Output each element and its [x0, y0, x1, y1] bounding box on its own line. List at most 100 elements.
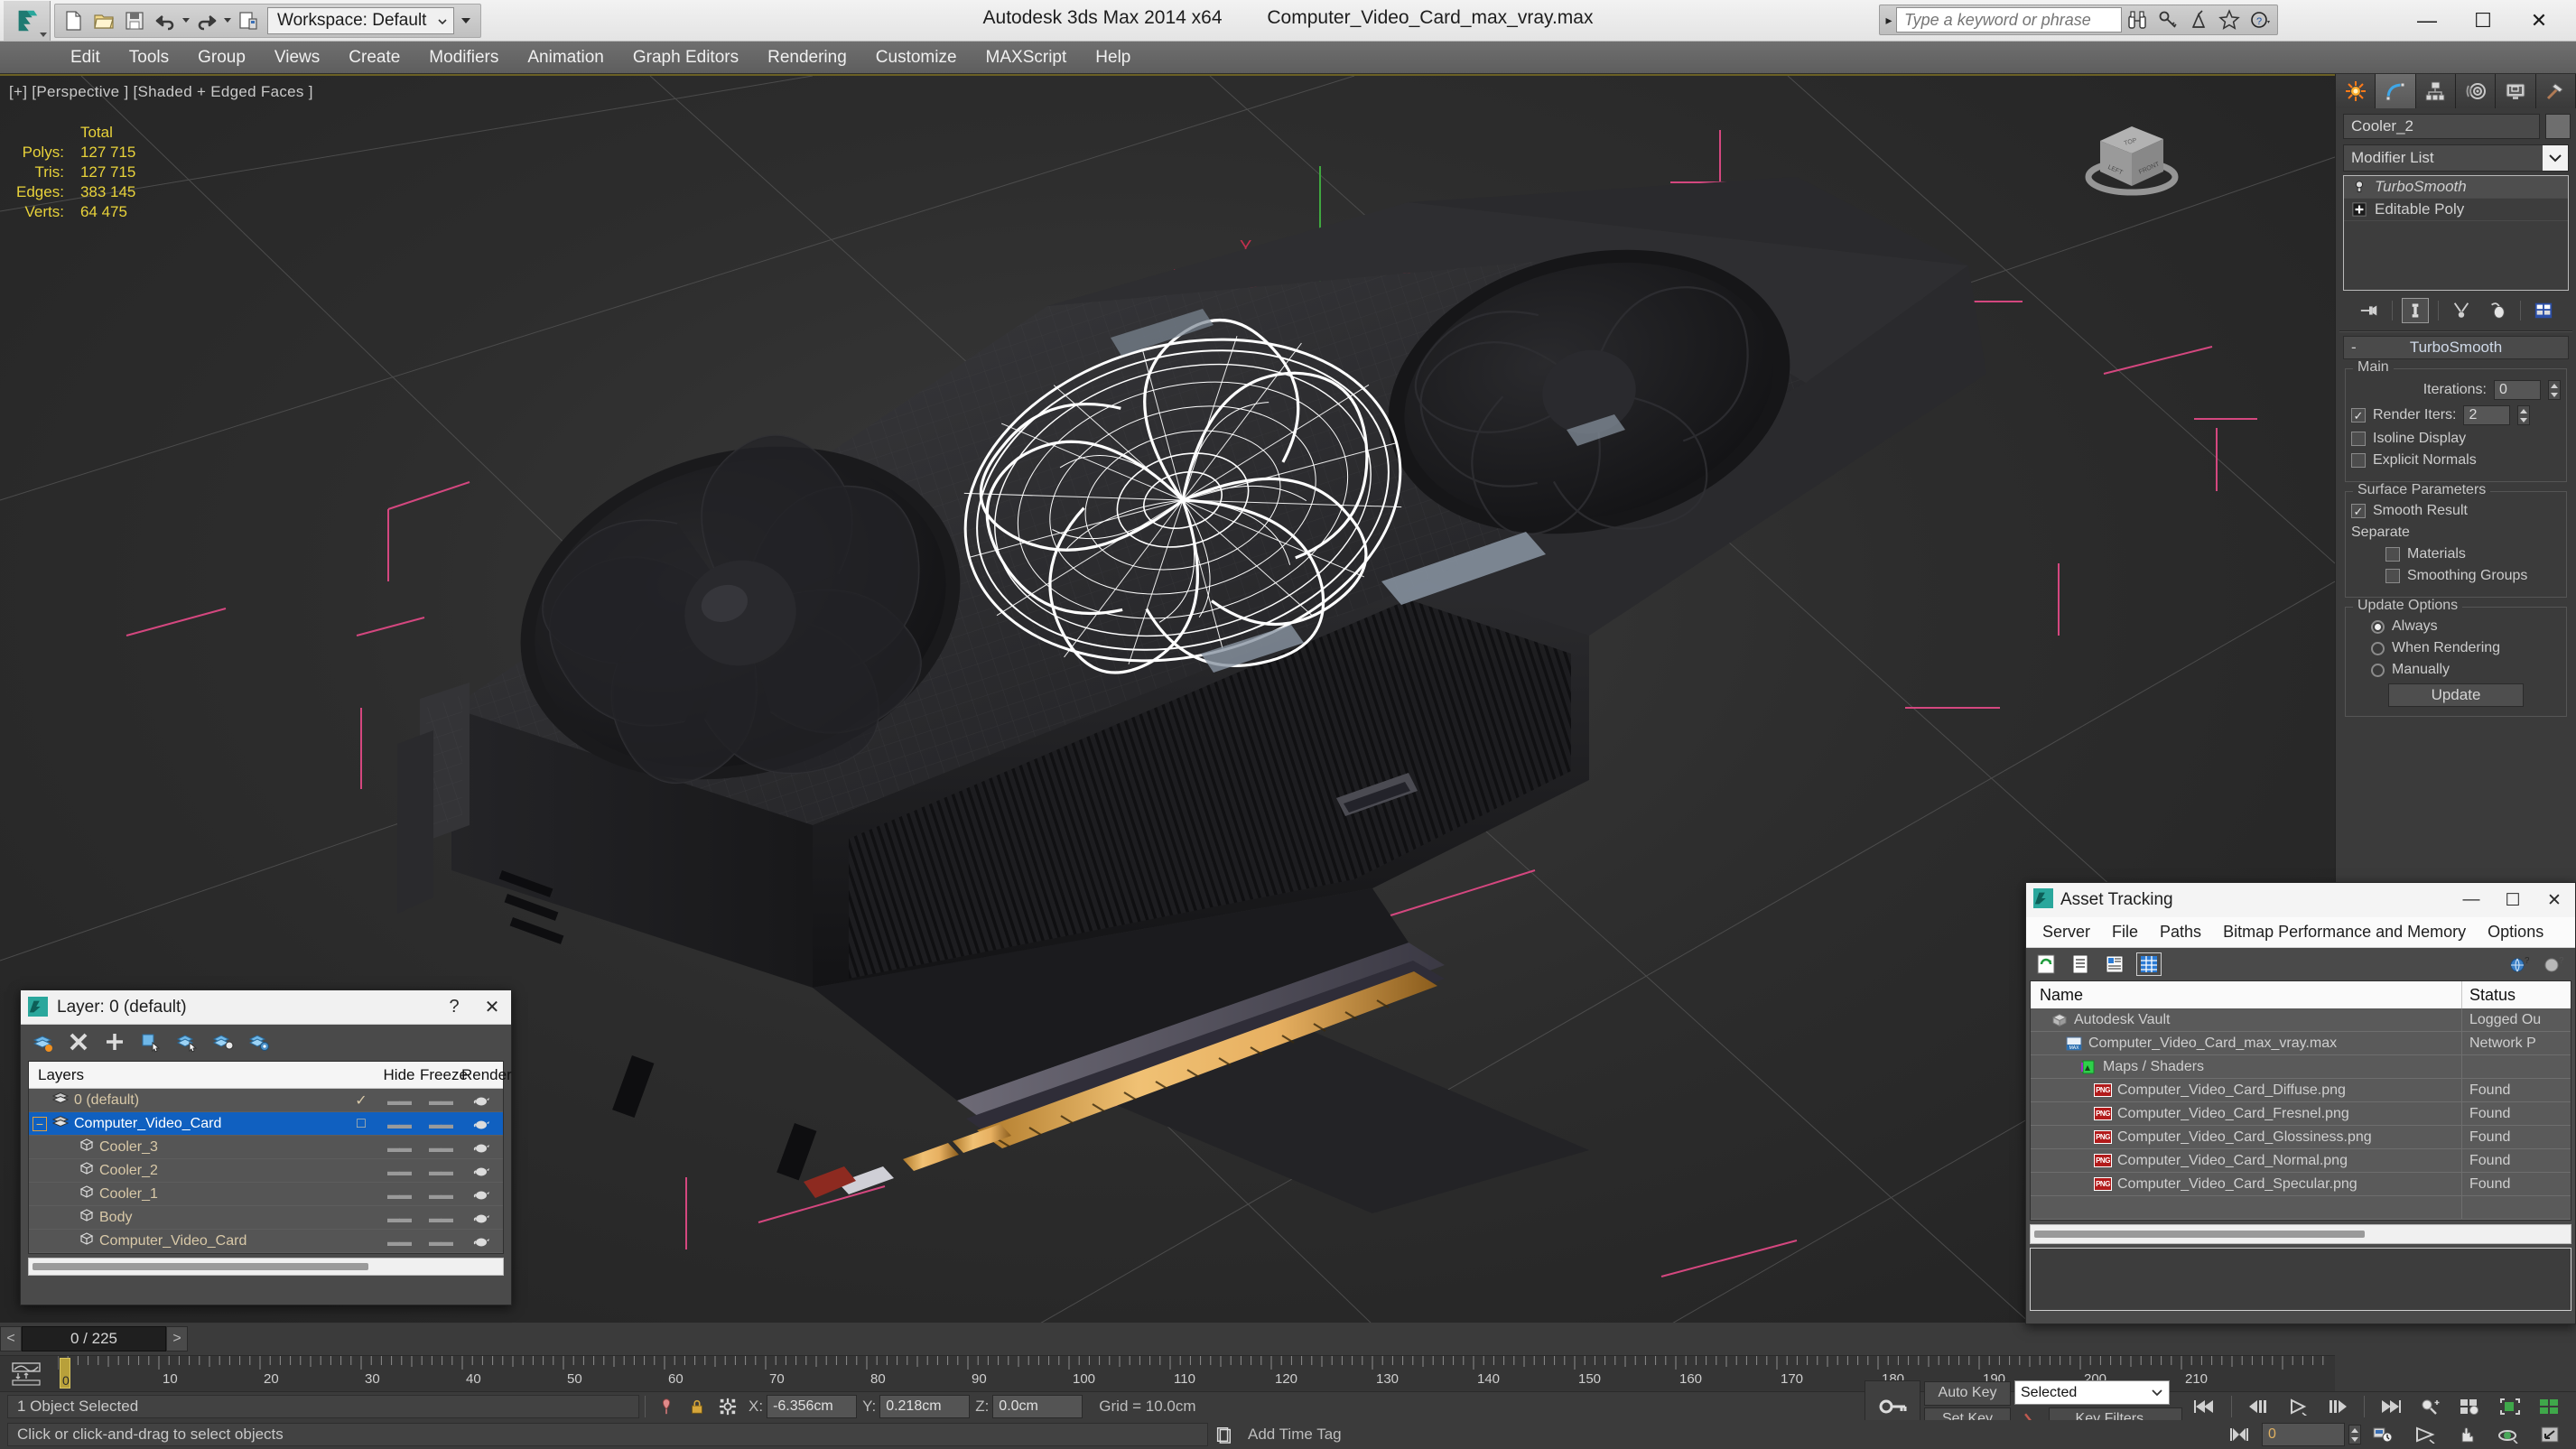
teapot-icon[interactable] [461, 1212, 503, 1224]
layer-properties-icon[interactable] [246, 1029, 272, 1054]
previous-frame-icon[interactable] [2239, 1394, 2277, 1419]
layer-freeze-toggle[interactable]: ▬▬ [420, 1187, 461, 1202]
add-selection-to-layer-icon[interactable] [138, 1029, 163, 1054]
star-icon[interactable] [2214, 6, 2245, 33]
orbit-icon[interactable] [2489, 1422, 2527, 1447]
field-of-view-icon[interactable] [2406, 1422, 2444, 1447]
lock-selection-icon[interactable] [682, 1394, 712, 1419]
layer-freeze-toggle[interactable]: ▬▬ [420, 1140, 461, 1155]
layer-dialog-close-button[interactable]: ✕ [473, 991, 511, 1024]
stack-item-editable-poly[interactable]: Editable Poly [2344, 199, 2568, 221]
stack-item-turbosmooth[interactable]: TurboSmooth [2344, 176, 2568, 199]
menu-edit[interactable]: Edit [56, 44, 115, 71]
update-button[interactable]: Update [2388, 683, 2524, 707]
layer-dialog[interactable]: Layer: 0 (default) ? ✕ Layers Hide Freez… [20, 989, 512, 1305]
layer-row-default[interactable]: 0 (default) ✓ ▬▬ ▬▬ [29, 1089, 503, 1112]
asset-row-specular[interactable]: PNG Computer_Video_Card_Specular.png Fou… [2031, 1173, 2571, 1196]
configure-sets-icon[interactable] [2530, 298, 2557, 323]
layer-row-computer-video-card-object[interactable]: Computer_Video_Card ▬▬ ▬▬ [29, 1230, 503, 1253]
asset-tracking-dialog[interactable]: Asset Tracking — ☐ ✕ Server File Paths B… [2025, 882, 2576, 1324]
workspace-selector[interactable]: Workspace: Default [267, 6, 455, 34]
undo-button[interactable] [150, 6, 181, 35]
iterations-input[interactable]: 0 [2494, 380, 2541, 400]
zoom-all-icon[interactable] [2451, 1394, 2489, 1419]
open-file-button[interactable] [88, 6, 119, 35]
menu-views[interactable]: Views [260, 44, 334, 71]
collapse-icon[interactable]: - [2351, 339, 2357, 357]
view-cube[interactable]: TOP LEFT FRONT [2073, 103, 2190, 220]
menu-group[interactable]: Group [183, 44, 260, 71]
layer-hide-toggle[interactable]: ▬▬ [378, 1187, 420, 1202]
asset-maximize-button[interactable]: ☐ [2492, 884, 2534, 916]
asset-row-normal[interactable]: PNG Computer_Video_Card_Normal.png Found [2031, 1149, 2571, 1173]
asset-menu-paths[interactable]: Paths [2149, 920, 2212, 944]
show-end-result-icon[interactable] [2401, 298, 2429, 323]
teapot-icon[interactable] [461, 1141, 503, 1154]
menu-maxscript[interactable]: MAXScript [972, 44, 1082, 71]
delete-layer-icon[interactable] [66, 1029, 91, 1054]
previous-frame-button[interactable]: < [0, 1326, 22, 1351]
asset-menu-options[interactable]: Options [2477, 920, 2554, 944]
max-script-listener-icon[interactable] [1208, 1422, 1239, 1447]
layer-row-cooler-3[interactable]: Cooler_3 ▬▬ ▬▬ [29, 1136, 503, 1159]
asset-row-autodesk-vault[interactable]: Autodesk Vault Logged Ou [2031, 1008, 2571, 1032]
layer-freeze-toggle[interactable]: ▬▬ [420, 1164, 461, 1178]
pin-stack-icon[interactable] [2356, 298, 2383, 323]
select-objects-in-layer-icon[interactable] [174, 1029, 200, 1054]
absolute-relative-icon[interactable] [712, 1394, 743, 1419]
update-manually-radio[interactable] [2371, 663, 2385, 677]
asset-row-diffuse[interactable]: PNG Computer_Video_Card_Diffuse.png Foun… [2031, 1079, 2571, 1102]
minimize-button[interactable]: — [2399, 1, 2455, 41]
play-animation-icon[interactable] [2279, 1394, 2317, 1419]
plus-box-icon[interactable] [2351, 201, 2367, 218]
help-icon[interactable]: ? [2245, 6, 2275, 33]
go-to-start-icon[interactable] [2186, 1394, 2224, 1419]
create-new-layer-icon[interactable] [102, 1029, 127, 1054]
asset-table-horizontal-scrollbar[interactable] [2030, 1224, 2571, 1244]
layer-hide-toggle[interactable]: ▬▬ [378, 1211, 420, 1225]
render-iters-spinner[interactable] [2517, 405, 2531, 425]
modifier-stack[interactable]: TurboSmooth Editable Poly [2343, 175, 2569, 291]
object-color-swatch[interactable] [2545, 114, 2571, 139]
isoline-display-checkbox[interactable] [2351, 432, 2366, 446]
layer-freeze-toggle[interactable]: ▬▬ [420, 1211, 461, 1225]
help-question-icon[interactable]: ? [2541, 952, 2566, 976]
close-button[interactable]: ✕ [2511, 1, 2567, 41]
teapot-icon[interactable] [461, 1094, 503, 1107]
project-folder-button[interactable] [233, 6, 264, 35]
search-expand-icon[interactable]: ▸ [1882, 13, 1896, 28]
layer-dialog-help-button[interactable]: ? [435, 991, 473, 1024]
create-tab[interactable] [2336, 74, 2376, 108]
key-icon[interactable] [2153, 6, 2183, 33]
utilities-tab[interactable] [2535, 74, 2576, 108]
application-menu-button[interactable] [4, 0, 51, 41]
asset-row-maps-shaders[interactable]: Maps / Shaders [2031, 1055, 2571, 1079]
layer-hide-toggle[interactable]: ▬▬ [378, 1140, 420, 1155]
go-to-end-icon[interactable] [2372, 1394, 2410, 1419]
iterations-spinner[interactable] [2548, 380, 2561, 400]
scrollbar-thumb[interactable] [33, 1263, 369, 1270]
layer-hide-toggle[interactable]: ▬▬ [378, 1234, 420, 1249]
undo-dropdown-caret[interactable] [181, 6, 191, 35]
asset-menu-file[interactable]: File [2101, 920, 2149, 944]
hierarchy-tab[interactable] [2415, 74, 2456, 108]
next-frame-icon[interactable] [2319, 1394, 2357, 1419]
smoothing-groups-checkbox[interactable] [2385, 569, 2400, 583]
viewport-label[interactable]: [+] [Perspective ] [Shaded + Edged Faces… [9, 83, 313, 101]
key-mode-dropdown[interactable]: Selected [2014, 1380, 2170, 1405]
update-when-rendering-radio[interactable] [2371, 641, 2385, 655]
layer-freeze-toggle[interactable]: ▬▬ [420, 1234, 461, 1249]
save-file-button[interactable] [119, 6, 150, 35]
help-globe-icon[interactable]: ? [2506, 952, 2532, 976]
redo-dropdown-caret[interactable] [222, 6, 233, 35]
pan-view-icon[interactable] [2448, 1422, 2486, 1447]
display-tab[interactable] [2496, 74, 2536, 108]
x-value[interactable]: -6.356cm [767, 1394, 858, 1418]
materials-checkbox[interactable] [2385, 547, 2400, 562]
asset-row-glossiness[interactable]: PNG Computer_Video_Card_Glossiness.png F… [2031, 1126, 2571, 1149]
make-unique-icon[interactable] [2448, 298, 2475, 323]
asset-row-fresnel[interactable]: PNG Computer_Video_Card_Fresnel.png Foun… [2031, 1102, 2571, 1126]
scrollbar-thumb[interactable] [2034, 1231, 2365, 1238]
teapot-icon[interactable] [461, 1118, 503, 1130]
menu-customize[interactable]: Customize [861, 44, 972, 71]
